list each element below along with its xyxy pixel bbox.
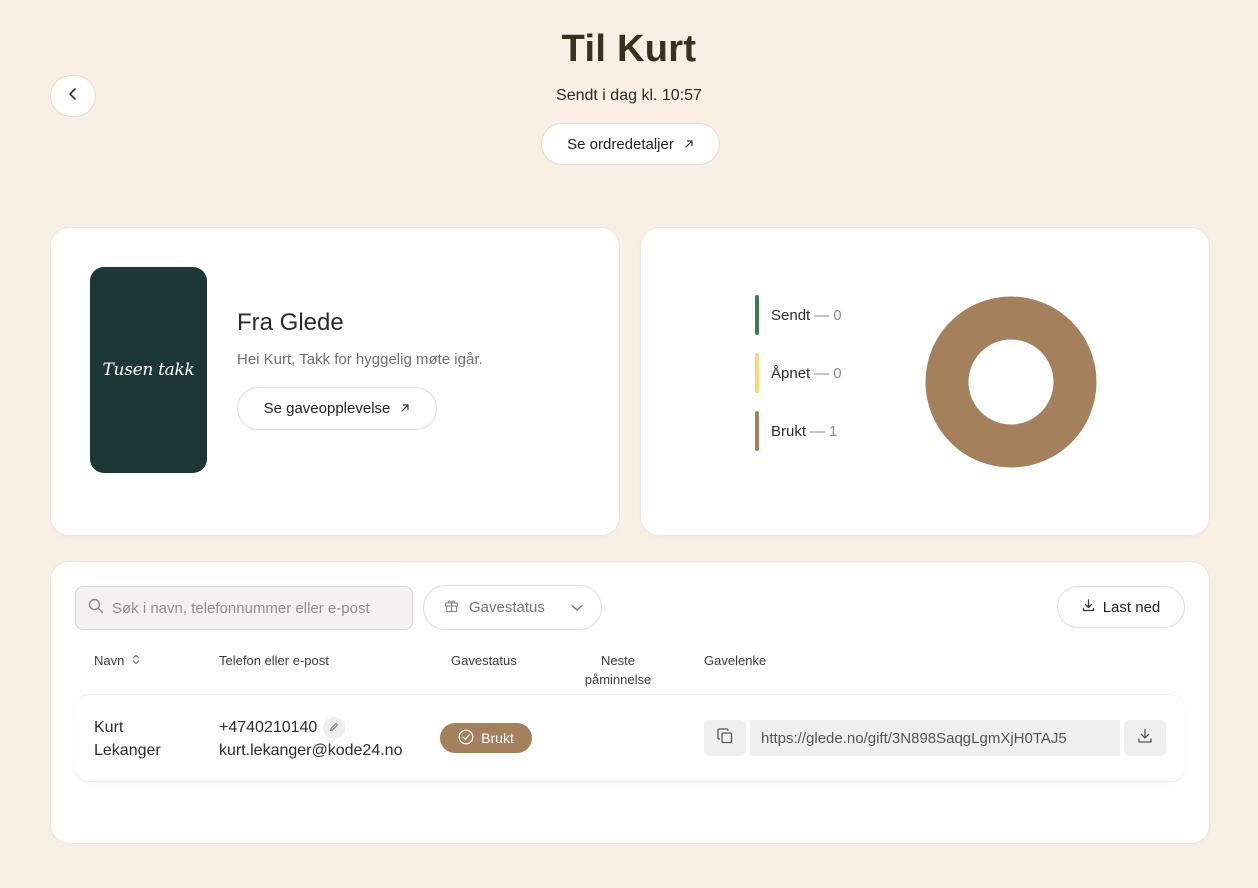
- download-button[interactable]: Last ned: [1057, 586, 1185, 628]
- legend-count: 0: [833, 306, 842, 324]
- copy-icon: [716, 727, 734, 750]
- page-title: Til Kurt: [561, 28, 697, 70]
- legend-bar: [755, 353, 759, 393]
- chevron-down-icon: [571, 599, 583, 616]
- column-header-next-reminder: Neste påminnelse: [582, 651, 654, 689]
- column-header-next-reminder-line2: påminnelse: [584, 672, 652, 687]
- download-icon: [1137, 728, 1153, 749]
- gift-card-image: Tusen takk: [90, 267, 207, 473]
- legend-item-used: Brukt — 1: [755, 411, 837, 451]
- recipient-email: kurt.lekanger@kode24.no: [219, 742, 403, 759]
- table-row: Kurt Lekanger +4740210140 kurt.lekanger@…: [75, 695, 1185, 781]
- gift-status-filter-label: Gavestatus: [469, 599, 545, 616]
- legend-count: 1: [829, 422, 838, 440]
- recipient-contact: +4740210140 kurt.lekanger@kode24.no: [219, 716, 402, 762]
- column-header-name[interactable]: Navn: [94, 651, 140, 670]
- column-header-next-reminder-line1: Neste: [601, 653, 635, 668]
- recipient-phone: +4740210140: [219, 719, 318, 736]
- legend-separator: —: [810, 422, 826, 440]
- gift-icon: [444, 598, 459, 617]
- status-badge-label: Brukt: [481, 730, 514, 746]
- column-header-name-label: Navn: [94, 653, 125, 668]
- status-donut-chart: [925, 296, 1097, 468]
- legend-label: Sendt: [771, 306, 811, 324]
- pencil-icon: [329, 716, 339, 739]
- gift-message: Hei Kurt, Takk for hyggelig møte igår.: [237, 351, 483, 368]
- stats-card: Sendt — 0 Åpnet — 0 Brukt — 1: [641, 228, 1209, 535]
- gift-sender: Fra Glede: [237, 309, 344, 336]
- column-header-gift-link: Gavelenke: [704, 653, 767, 668]
- recipients-table-card: Gavestatus Last ned Navn Telefon eller e…: [51, 562, 1209, 843]
- download-label: Last ned: [1102, 598, 1161, 616]
- legend-separator: —: [814, 364, 830, 382]
- legend-count: 0: [833, 364, 842, 382]
- column-header-contact: Telefon eller e-post: [219, 653, 329, 668]
- donut-ring-used: [925, 296, 1097, 468]
- arrow-up-right-icon: [684, 137, 694, 152]
- sort-icon: [132, 651, 140, 670]
- download-icon: [1082, 598, 1095, 616]
- gift-link-field[interactable]: https://glede.no/gift/3N898SaqgLgmXjH0TA…: [750, 720, 1120, 756]
- legend-separator: —: [814, 306, 830, 324]
- arrow-up-right-icon: [400, 401, 410, 416]
- recipient-first-name: Kurt: [94, 719, 124, 736]
- gift-card-image-text: Tusen takk: [102, 360, 195, 380]
- legend-label: Åpnet: [771, 364, 811, 382]
- legend-item-opened: Åpnet — 0: [755, 353, 842, 393]
- gift-card: Tusen takk Fra Glede Hei Kurt, Takk for …: [51, 228, 619, 535]
- download-link-button[interactable]: [1124, 720, 1166, 756]
- recipient-name: Kurt Lekanger: [94, 716, 161, 762]
- check-circle-icon: [458, 729, 474, 748]
- order-details-label: Se ordredetaljer: [567, 135, 674, 153]
- legend-item-sent: Sendt — 0: [755, 295, 842, 335]
- order-details-button[interactable]: Se ordredetaljer: [541, 123, 720, 165]
- recipient-phone-line: +4740210140: [219, 716, 402, 739]
- copy-link-button[interactable]: [704, 720, 746, 756]
- status-badge: Brukt: [440, 723, 532, 753]
- search-box[interactable]: [75, 586, 413, 630]
- search-input[interactable]: [112, 599, 402, 617]
- column-header-status: Gavestatus: [451, 653, 517, 668]
- legend-bar: [755, 411, 759, 451]
- gift-experience-button[interactable]: Se gaveopplevelse: [237, 387, 437, 430]
- gift-status-filter[interactable]: Gavestatus: [423, 585, 602, 630]
- legend-bar: [755, 295, 759, 335]
- search-icon: [88, 598, 104, 619]
- recipient-last-name: Lekanger: [94, 742, 161, 759]
- legend-label: Brukt: [771, 422, 807, 440]
- edit-contact-button[interactable]: [323, 716, 346, 739]
- page: Til Kurt Sendt i dag kl. 10:57 Se ordred…: [0, 0, 1258, 888]
- sent-timestamp: Sendt i dag kl. 10:57: [556, 87, 702, 104]
- gift-experience-label: Se gaveopplevelse: [263, 400, 391, 417]
